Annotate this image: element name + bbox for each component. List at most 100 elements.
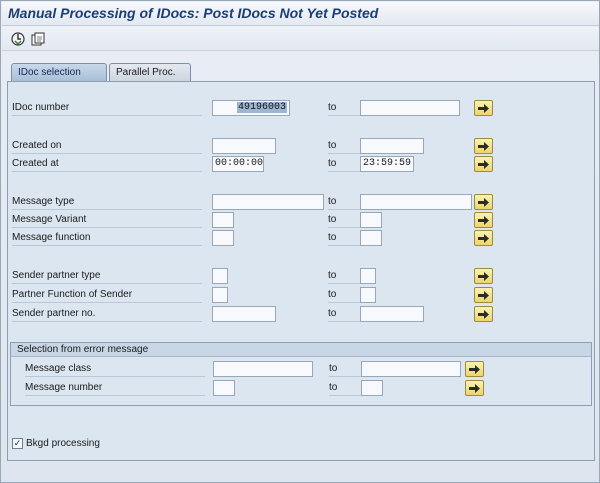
arrow-right-icon	[478, 103, 489, 113]
arrow-right-icon	[469, 383, 480, 393]
sender-partner-no-from-input[interactable]	[212, 306, 276, 322]
message-type-label: Message type	[12, 196, 75, 207]
created-at-from-input[interactable]: 00:00:00	[212, 156, 264, 172]
partner-function-sender-from-input[interactable]	[212, 287, 228, 303]
created-at-label: Created at	[12, 158, 59, 169]
to-divider	[328, 283, 360, 284]
message-class-from-input[interactable]	[213, 361, 313, 377]
sap-window: Manual Processing of IDocs: Post IDocs N…	[0, 0, 600, 483]
message-variant-to-input[interactable]	[360, 212, 382, 228]
message-type-to-input[interactable]	[360, 194, 472, 210]
get-variant-button[interactable]	[30, 31, 46, 47]
get-variant-icon	[31, 32, 45, 46]
label-divider	[12, 283, 202, 284]
arrow-right-icon	[478, 290, 489, 300]
to-label: to	[328, 158, 337, 169]
sender-partner-type-to-input[interactable]	[360, 268, 376, 284]
to-label: to	[328, 232, 337, 243]
to-divider	[328, 209, 360, 210]
created-on-label: Created on	[12, 140, 62, 151]
row-message-class: Message class to	[11, 361, 591, 377]
label-divider	[12, 153, 202, 154]
to-label: to	[328, 289, 337, 300]
row-sender-partner-type: Sender partner type to	[8, 268, 594, 284]
sender-partner-type-label: Sender partner type	[12, 270, 101, 281]
arrow-right-icon	[478, 197, 489, 207]
message-class-label: Message class	[25, 363, 92, 374]
idoc-number-to-input[interactable]	[360, 100, 460, 116]
label-divider	[12, 171, 202, 172]
message-function-label: Message function	[12, 232, 91, 243]
message-class-multiple-selection-button[interactable]	[465, 361, 484, 377]
row-message-number: Message number to	[11, 380, 591, 396]
row-idoc-number: IDoc number 49196003 to	[8, 100, 594, 116]
to-divider	[329, 395, 361, 396]
partner-function-sender-to-input[interactable]	[360, 287, 376, 303]
message-function-multiple-selection-button[interactable]	[474, 230, 493, 246]
arrow-right-icon	[478, 271, 489, 281]
bkgd-processing-checkbox[interactable]: ✓	[12, 438, 23, 449]
execute-icon	[11, 32, 25, 46]
title-bar: Manual Processing of IDocs: Post IDocs N…	[2, 2, 599, 26]
to-divider	[328, 302, 360, 303]
application-toolbar	[2, 27, 599, 51]
sender-partner-no-to-input[interactable]	[360, 306, 424, 322]
created-on-from-input[interactable]	[212, 138, 276, 154]
message-variant-label: Message Variant	[12, 214, 87, 225]
label-divider	[12, 321, 202, 322]
window-title: Manual Processing of IDocs: Post IDocs N…	[8, 5, 379, 21]
to-divider	[328, 115, 360, 116]
idoc-number-from-input[interactable]: 49196003	[212, 100, 290, 116]
to-label: to	[328, 308, 337, 319]
to-divider	[328, 245, 360, 246]
arrow-right-icon	[478, 141, 489, 151]
message-number-label: Message number	[25, 382, 103, 393]
to-divider	[328, 321, 360, 322]
row-message-type: Message type to	[8, 194, 594, 210]
label-divider	[12, 209, 202, 210]
message-number-multiple-selection-button[interactable]	[465, 380, 484, 396]
created-on-to-input[interactable]	[360, 138, 424, 154]
sender-partner-no-multiple-selection-button[interactable]	[474, 306, 493, 322]
arrow-right-icon	[478, 215, 489, 225]
message-function-to-input[interactable]	[360, 230, 382, 246]
arrow-right-icon	[478, 233, 489, 243]
error-message-group-title: Selection from error message	[11, 343, 591, 357]
row-message-variant: Message Variant to	[8, 212, 594, 228]
tab-idoc-selection[interactable]: IDoc selection	[11, 63, 107, 81]
sender-partner-type-multiple-selection-button[interactable]	[474, 268, 493, 284]
row-created-on: Created on to	[8, 138, 594, 154]
created-at-multiple-selection-button[interactable]	[474, 156, 493, 172]
message-type-from-input[interactable]	[212, 194, 324, 210]
partner-function-sender-multiple-selection-button[interactable]	[474, 287, 493, 303]
to-label: to	[329, 363, 338, 374]
arrow-right-icon	[469, 364, 480, 374]
partner-function-sender-label: Partner Function of Sender	[12, 289, 133, 300]
to-label: to	[328, 214, 337, 225]
message-class-to-input[interactable]	[361, 361, 461, 377]
created-at-to-input[interactable]: 23:59:59	[360, 156, 414, 172]
row-message-function: Message function to	[8, 230, 594, 246]
message-number-to-input[interactable]	[361, 380, 383, 396]
label-divider	[12, 302, 202, 303]
tab-parallel-proc[interactable]: Parallel Proc.	[109, 63, 191, 81]
execute-button[interactable]	[10, 31, 26, 47]
arrow-right-icon	[478, 309, 489, 319]
error-message-group: Selection from error message Message cla…	[10, 342, 592, 406]
label-divider	[25, 376, 205, 377]
to-label: to	[328, 140, 337, 151]
message-type-multiple-selection-button[interactable]	[474, 194, 493, 210]
arrow-right-icon	[478, 159, 489, 169]
message-number-from-input[interactable]	[213, 380, 235, 396]
message-variant-multiple-selection-button[interactable]	[474, 212, 493, 228]
sender-partner-type-from-input[interactable]	[212, 268, 228, 284]
to-label: to	[328, 102, 337, 113]
to-divider	[328, 171, 360, 172]
to-label: to	[328, 270, 337, 281]
message-function-from-input[interactable]	[212, 230, 234, 246]
idoc-number-multiple-selection-button[interactable]	[474, 100, 493, 116]
created-on-multiple-selection-button[interactable]	[474, 138, 493, 154]
to-divider	[328, 153, 360, 154]
row-partner-function-sender: Partner Function of Sender to	[8, 287, 594, 303]
message-variant-from-input[interactable]	[212, 212, 234, 228]
